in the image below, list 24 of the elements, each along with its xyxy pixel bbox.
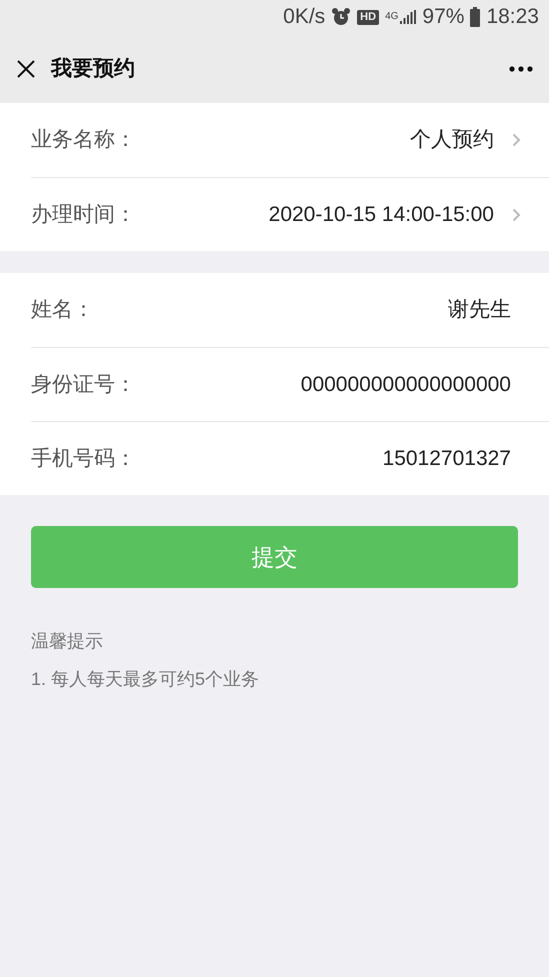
hd-badge: HD	[357, 10, 380, 24]
network-speed: 0K/s	[283, 4, 326, 30]
tip-text: 1. 每人每天最多可约5个业务	[31, 668, 260, 691]
field-label: 姓名：	[31, 297, 94, 324]
network-type: 4G	[385, 12, 398, 22]
battery-icon	[470, 7, 480, 27]
submit-button[interactable]: 提交	[31, 526, 518, 588]
clock-time: 18:23	[486, 4, 539, 30]
more-icon[interactable]	[509, 66, 533, 72]
alarm-icon	[331, 7, 352, 27]
field-value: 谢先生	[448, 297, 511, 324]
field-value: 2020-10-15 14:00-15:00	[268, 202, 494, 228]
signal-icon	[400, 10, 416, 24]
field-label: 手机号码：	[31, 446, 136, 472]
tips-title: 温馨提示	[31, 630, 104, 653]
field-value: 个人预约	[410, 127, 494, 154]
field-value: 000000000000000000	[300, 372, 511, 398]
close-icon[interactable]	[16, 58, 36, 78]
field-label: 身份证号：	[31, 372, 136, 398]
field-value: 15012701327	[382, 446, 511, 472]
battery-percent: 97%	[422, 4, 464, 30]
field-label: 业务名称：	[31, 127, 136, 154]
field-label: 办理时间：	[31, 202, 136, 228]
page-title: 我要预约	[51, 56, 135, 82]
